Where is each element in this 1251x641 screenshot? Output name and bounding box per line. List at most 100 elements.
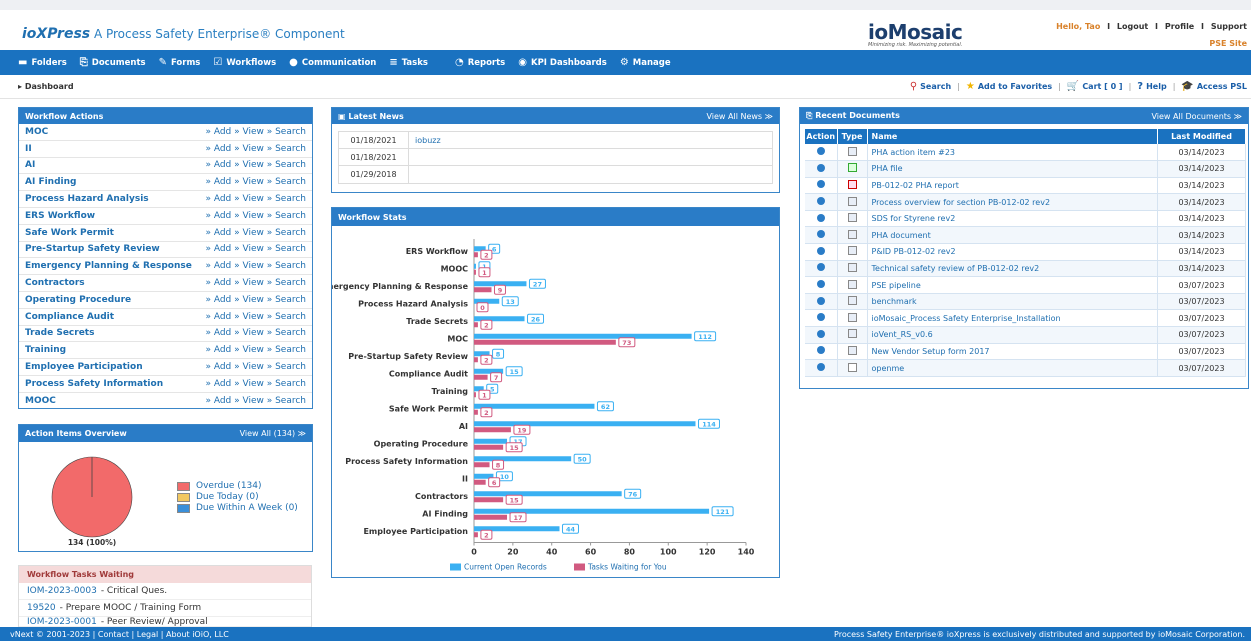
document-row[interactable]: PB-012-02 PHA report 03/14/2023 (805, 177, 1246, 195)
workflow-action-name-link[interactable]: AI (25, 160, 35, 170)
task-row[interactable]: IOM-2023-0001 - Peer Review/ Approval (19, 617, 311, 627)
task-id-link[interactable]: IOM-2023-0003 (27, 586, 97, 596)
workflow-action-links[interactable]: » Add » View » Search (205, 379, 306, 389)
add-to-favorites-link[interactable]: ★ Add to Favorites (966, 81, 1052, 92)
workflow-action-links[interactable]: » Add » View » Search (205, 362, 306, 372)
document-action-cell[interactable] (805, 177, 838, 195)
workflow-action-name-link[interactable]: MOC (25, 127, 48, 137)
action-menu-icon[interactable] (816, 363, 825, 372)
nav-workflows[interactable]: ☑ Workflows (213, 57, 276, 68)
document-action-cell[interactable] (805, 144, 838, 162)
action-menu-icon[interactable] (816, 346, 825, 355)
document-name-link[interactable]: Process overview for section PB-012-02 r… (867, 193, 1158, 211)
profile-link[interactable]: Profile (1165, 22, 1194, 31)
workflow-action-name-link[interactable]: Process Hazard Analysis (25, 194, 149, 204)
help-link[interactable]: ? Help (1137, 81, 1166, 92)
document-action-cell[interactable] (805, 276, 838, 294)
workflow-action-links[interactable]: » Add » View » Search (205, 127, 306, 137)
news-row[interactable]: 01/18/2021 iobuzz (339, 132, 772, 149)
legal-link[interactable]: Legal (137, 630, 158, 639)
nav-tasks[interactable]: ≡ Tasks (389, 57, 428, 68)
action-menu-icon[interactable] (816, 263, 825, 272)
action-menu-icon[interactable] (816, 147, 825, 156)
document-action-cell[interactable] (805, 160, 838, 178)
action-menu-icon[interactable] (816, 163, 825, 172)
workflow-action-name-link[interactable]: AI Finding (25, 177, 76, 187)
document-name-link[interactable]: PB-012-02 PHA report (867, 177, 1158, 195)
action-menu-icon[interactable] (816, 180, 825, 189)
action-menu-icon[interactable] (816, 197, 825, 206)
action-menu-icon[interactable] (816, 213, 825, 222)
nav-manage[interactable]: ⚙ Manage (620, 57, 671, 68)
document-action-cell[interactable] (805, 343, 838, 361)
workflow-action-name-link[interactable]: Safe Work Permit (25, 228, 114, 238)
support-link[interactable]: Support (1211, 22, 1247, 31)
nav-forms[interactable]: ✎ Forms (159, 57, 201, 68)
document-name-link[interactable]: PHA document (867, 226, 1158, 245)
document-row[interactable]: SDS for Styrene rev2 03/14/2023 (805, 210, 1246, 228)
document-action-cell[interactable] (805, 226, 838, 245)
news-title-link[interactable]: iobuzz (409, 136, 441, 145)
action-menu-icon[interactable] (816, 296, 825, 305)
document-row[interactable]: ioVent_RS_v0.6 03/07/2023 (805, 326, 1246, 344)
workflow-action-name-link[interactable]: MOOC (25, 396, 56, 406)
legend-overdue[interactable]: Overdue (134) (177, 481, 298, 491)
nav-folders[interactable]: ▬ Folders (18, 57, 67, 68)
workflow-action-name-link[interactable]: Process Safety Information (25, 379, 163, 389)
document-row[interactable]: PHA document 03/14/2023 (805, 226, 1246, 245)
workflow-action-links[interactable]: » Add » View » Search (205, 345, 306, 355)
column-header-type[interactable]: Type (837, 129, 868, 144)
document-name-link[interactable]: PHA action item #23 (867, 144, 1158, 162)
action-menu-icon[interactable] (816, 329, 825, 338)
app-logo[interactable]: ioXPress A Process Safety Enterprise® Co… (22, 26, 345, 42)
legend-due-today[interactable]: Due Today (0) (177, 492, 298, 502)
task-id-link[interactable]: IOM-2023-0001 (27, 617, 97, 626)
document-name-link[interactable]: ioVent_RS_v0.6 (867, 326, 1158, 344)
pse-site-link[interactable]: PSE Site (1056, 39, 1247, 48)
document-action-cell[interactable] (805, 293, 838, 311)
task-id-link[interactable]: 19520 (27, 603, 56, 613)
workflow-action-name-link[interactable]: Trade Secrets (25, 328, 94, 338)
task-row[interactable]: 19520 - Prepare MOOC / Training Form (19, 600, 311, 617)
workflow-action-name-link[interactable]: ERS Workflow (25, 211, 95, 221)
document-row[interactable]: PHA action item #23 03/14/2023 (805, 144, 1246, 162)
document-action-cell[interactable] (805, 260, 838, 278)
workflow-action-links[interactable]: » Add » View » Search (205, 228, 306, 238)
news-row[interactable]: 01/29/2018 (339, 166, 772, 183)
column-header-action[interactable]: Action (805, 129, 838, 144)
cart-link[interactable]: 🛒 Cart [ 0 ] (1067, 81, 1123, 92)
document-name-link[interactable]: SDS for Styrene rev2 (867, 210, 1158, 228)
workflow-action-links[interactable]: » Add » View » Search (205, 160, 306, 170)
view-all-action-items-link[interactable]: View All (134) ≫ (240, 429, 306, 438)
column-header-name[interactable]: Name (867, 129, 1158, 144)
action-menu-icon[interactable] (816, 230, 825, 239)
document-name-link[interactable]: ioMosaic_Process Safety Enterprise_Insta… (867, 309, 1158, 328)
contact-link[interactable]: Contact (98, 630, 129, 639)
workflow-action-links[interactable]: » Add » View » Search (205, 211, 306, 221)
document-row[interactable]: Technical safety review of PB-012-02 rev… (805, 260, 1246, 278)
document-action-cell[interactable] (805, 243, 838, 261)
workflow-action-name-link[interactable]: Emergency Planning & Response (25, 261, 192, 271)
workflow-action-links[interactable]: » Add » View » Search (205, 295, 306, 305)
workflow-action-name-link[interactable]: Pre-Startup Safety Review (25, 244, 160, 254)
document-name-link[interactable]: Technical safety review of PB-012-02 rev… (867, 260, 1158, 278)
action-menu-icon[interactable] (816, 246, 825, 255)
nav-reports[interactable]: ◔ Reports (455, 57, 505, 68)
legend-due-week[interactable]: Due Within A Week (0) (177, 503, 298, 513)
access-psl-link[interactable]: 🎓 Access PSL (1181, 81, 1247, 92)
workflow-action-links[interactable]: » Add » View » Search (205, 278, 306, 288)
document-name-link[interactable]: New Vendor Setup form 2017 (867, 343, 1158, 361)
view-all-news-link[interactable]: View All News ≫ (706, 112, 773, 121)
workflow-action-links[interactable]: » Add » View » Search (205, 396, 306, 406)
nav-documents[interactable]: ⎘ Documents (80, 57, 146, 68)
about-link[interactable]: About iOiO, LLC (166, 630, 229, 639)
logout-link[interactable]: Logout (1117, 22, 1148, 31)
document-name-link[interactable]: openme (867, 359, 1158, 377)
workflow-action-name-link[interactable]: II (25, 144, 32, 154)
workflow-action-links[interactable]: » Add » View » Search (205, 144, 306, 154)
document-action-cell[interactable] (805, 193, 838, 211)
news-row[interactable]: 01/18/2021 (339, 149, 772, 166)
document-action-cell[interactable] (805, 309, 838, 328)
workflow-action-name-link[interactable]: Compliance Audit (25, 312, 114, 322)
action-menu-icon[interactable] (816, 280, 825, 289)
